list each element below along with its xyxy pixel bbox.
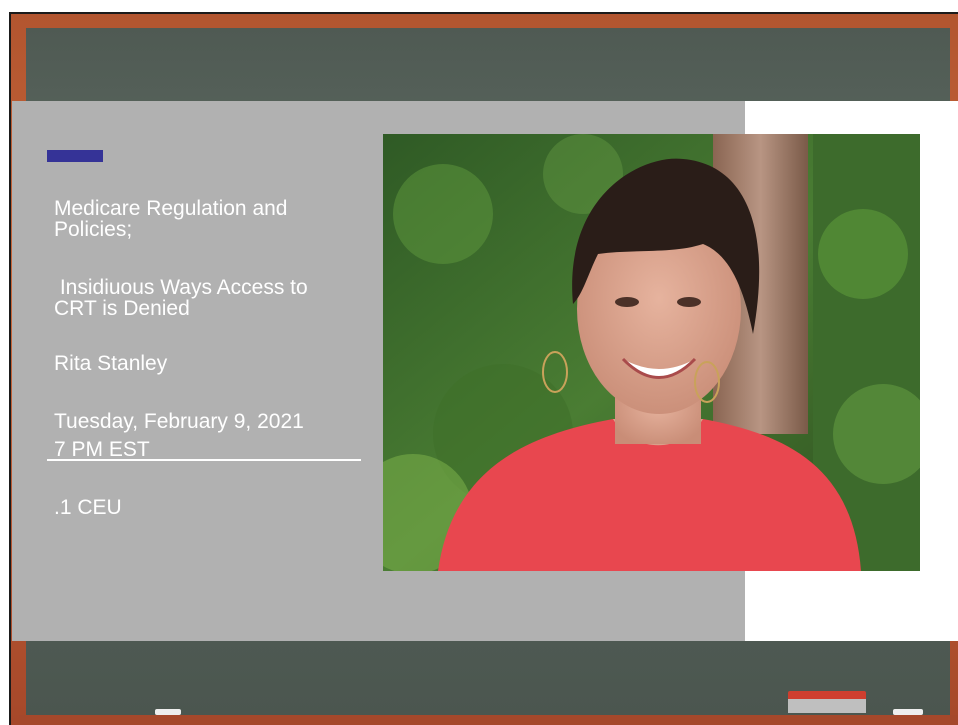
subtitle-line-2: CRT is Denied <box>54 297 190 320</box>
presenter-name: Rita Stanley <box>54 352 168 375</box>
chalk-piece <box>893 709 923 715</box>
subtitle-line-1: Insidiuous Ways Access to <box>54 276 308 299</box>
event-date: Tuesday, February 9, 2021 <box>54 410 304 433</box>
presenter-photo <box>383 134 920 571</box>
chalk-piece <box>155 709 181 715</box>
title-line-1: Medicare Regulation and <box>54 197 288 220</box>
underline-rule <box>47 459 361 461</box>
eraser-felt <box>788 691 866 699</box>
accent-bar <box>47 150 103 162</box>
eraser <box>788 691 866 713</box>
chalk-ledge <box>19 715 958 725</box>
title-line-2: Policies; <box>54 218 133 241</box>
event-time: 7 PM EST <box>54 438 150 461</box>
ceu-credit: .1 CEU <box>54 496 122 519</box>
eraser-base <box>788 699 866 713</box>
